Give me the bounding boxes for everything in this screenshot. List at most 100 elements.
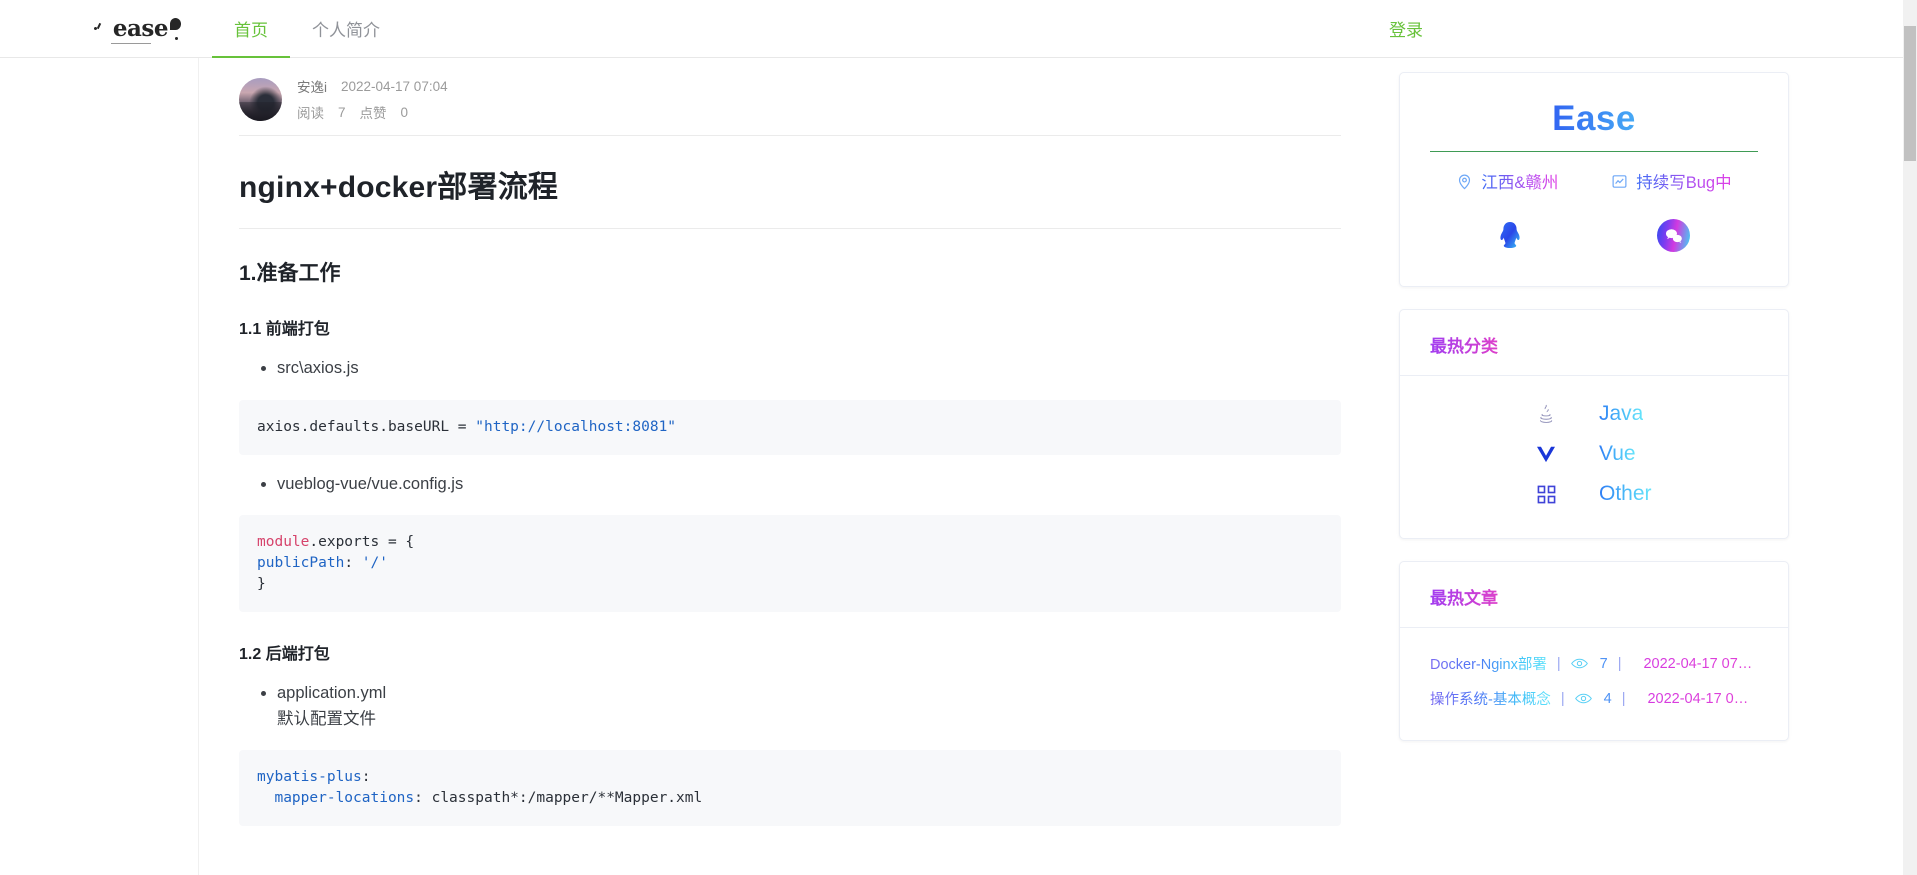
article-meta: 安逸i 2022-04-17 07:04 阅读 7 点赞 0 xyxy=(239,58,1341,136)
hot-article-date: 2022-04-17 0… xyxy=(1647,690,1749,707)
code-token-plain: axios.defaults.baseURL = xyxy=(257,418,476,435)
hot-article-separator: | xyxy=(1556,655,1561,672)
meta-row-author: 安逸i 2022-04-17 07:04 xyxy=(297,76,448,96)
nav-tab-home[interactable]: 首页 xyxy=(212,0,290,58)
code-token-string: "http://localhost:8081" xyxy=(475,418,677,435)
top-navbar: ease 首页 个人简介 登录 xyxy=(0,0,1903,58)
category-item-other[interactable]: Other xyxy=(1430,474,1758,514)
list-item-label: vueblog-vue/vue.config.js xyxy=(277,474,464,493)
hot-article-title: Docker-Nginx部署 xyxy=(1430,653,1547,674)
site-logo[interactable]: ease xyxy=(93,15,181,44)
hot-articles-body: Docker-Nginx部署 | 7 | 2022-04-17 07… 操作系统… xyxy=(1400,628,1788,740)
code-token-property: publicPath xyxy=(257,555,345,572)
profile-status: 持续写Bug中 xyxy=(1611,169,1732,193)
code-token-property: mybatis-plus xyxy=(257,769,362,786)
grid-icon xyxy=(1535,483,1557,505)
logo-tail-dot xyxy=(175,37,178,40)
eye-icon xyxy=(1570,657,1588,670)
section-heading-1-2: 1.2 后端打包 xyxy=(239,646,330,664)
nav-tab-profile[interactable]: 个人简介 xyxy=(290,0,402,57)
category-label: Other xyxy=(1599,482,1652,505)
list-item-label: application.yml xyxy=(277,684,387,703)
sidebar-column: Ease 江西&赣州 持续写Bug中 最热分类 Java Vue Other 最… xyxy=(1399,58,1849,875)
category-label: Vue xyxy=(1599,442,1636,465)
chart-icon xyxy=(1611,173,1628,190)
hot-articles-title: 最热文章 xyxy=(1430,584,1758,609)
scrollbar-thumb[interactable] xyxy=(1904,26,1916,161)
list-item: src\axios.js xyxy=(277,356,1341,382)
section-heading-1-1: 1.1 前端打包 xyxy=(239,321,330,338)
profile-name: Ease xyxy=(1430,99,1758,139)
nav-tab-profile-label: 个人简介 xyxy=(312,21,380,40)
hot-articles-header: 最热文章 xyxy=(1400,562,1788,628)
hot-article-separator: | xyxy=(1560,690,1565,707)
article-column: 安逸i 2022-04-17 07:04 阅读 7 点赞 0 nginx+doc… xyxy=(199,58,1381,875)
hot-categories-title: 最热分类 xyxy=(1430,332,1758,357)
qq-icon[interactable] xyxy=(1498,221,1522,251)
article-title: nginx+docker部署流程 xyxy=(239,162,1341,229)
publish-time: 2022-04-17 07:04 xyxy=(341,78,448,94)
code-block-axios: axios.defaults.baseURL = "http://localho… xyxy=(239,399,1341,455)
nav-tabs: 首页 个人简介 xyxy=(212,0,402,58)
profile-info-row: 江西&赣州 持续写Bug中 xyxy=(1430,169,1758,193)
category-item-vue[interactable]: Vue xyxy=(1430,434,1758,474)
author-avatar[interactable] xyxy=(239,77,282,121)
hot-article-title: 操作系统-基本概念 xyxy=(1430,688,1551,709)
profile-card: Ease 江西&赣州 持续写Bug中 xyxy=(1399,72,1789,287)
code-token-plain: : xyxy=(344,555,362,572)
logo-tail-icon xyxy=(170,18,181,30)
list-item[interactable]: 操作系统-基本概念 | 4 | 2022-04-17 0… xyxy=(1430,681,1758,716)
author-name: 安逸i xyxy=(297,80,327,95)
page-scrollbar[interactable] xyxy=(1903,0,1917,875)
hot-articles-card: 最热文章 Docker-Nginx部署 | 7 | 2022-04-17 07…… xyxy=(1399,561,1789,741)
hot-article-separator: | xyxy=(1617,655,1622,672)
list-item: application.yml 默认配置文件 xyxy=(277,681,1341,732)
brand-area[interactable]: ease xyxy=(0,0,212,57)
profile-location-label: 江西&赣州 xyxy=(1481,169,1558,193)
category-item-java[interactable]: Java xyxy=(1430,394,1758,434)
read-count: 7 xyxy=(338,104,346,120)
bullet-list-vueconfig: vueblog-vue/vue.config.js xyxy=(239,472,1341,498)
wechat-icon[interactable] xyxy=(1657,219,1691,252)
profile-socials xyxy=(1430,219,1758,252)
hot-categories-card: 最热分类 Java Vue Other xyxy=(1399,309,1789,539)
code-block-vueconfig: module.exports = { publicPath: '/' } xyxy=(239,515,1341,613)
nav-right-area: 登录 xyxy=(1389,0,1903,57)
java-icon xyxy=(1535,403,1557,425)
hot-article-separator: | xyxy=(1621,690,1626,707)
read-label: 阅读 xyxy=(297,106,324,121)
code-token-plain: .exports = { xyxy=(309,534,415,551)
logo-dot-b xyxy=(96,22,102,30)
code-token-keyword: module xyxy=(257,534,310,551)
eye-icon xyxy=(1574,692,1592,705)
code-token-string: '/' xyxy=(361,555,388,572)
logo-underline xyxy=(110,43,151,44)
like-label: 点赞 xyxy=(359,106,387,121)
code-token-plain: : classpath*:/mapper/**Mapper.xml xyxy=(414,790,703,807)
profile-status-label: 持续写Bug中 xyxy=(1636,169,1731,193)
site-logo-text: ease xyxy=(112,15,169,42)
list-item-sublabel: 默认配置文件 xyxy=(277,709,376,728)
list-item[interactable]: Docker-Nginx部署 | 7 | 2022-04-17 07… xyxy=(1430,646,1758,681)
location-pin-icon xyxy=(1456,173,1473,190)
hot-categories-header: 最热分类 xyxy=(1400,310,1788,376)
list-item-label: src\axios.js xyxy=(277,359,359,377)
login-link[interactable]: 登录 xyxy=(1389,16,1423,41)
hot-categories-body: Java Vue Other xyxy=(1400,376,1788,538)
meta-row-stats: 阅读 7 点赞 0 xyxy=(297,102,448,122)
bullet-list-frontend: src\axios.js xyxy=(239,356,1341,382)
hot-article-views: 4 xyxy=(1603,690,1612,707)
code-token-plain: } xyxy=(257,576,266,593)
nav-tab-home-label: 首页 xyxy=(234,21,268,40)
hot-article-date: 2022-04-17 07… xyxy=(1643,655,1753,672)
section-heading-1: 1.准备工作 xyxy=(239,262,341,285)
hot-article-views: 7 xyxy=(1599,655,1608,672)
code-token-plain: : xyxy=(361,769,371,786)
profile-divider xyxy=(1430,151,1758,152)
vue-icon xyxy=(1535,443,1557,465)
left-gutter xyxy=(54,58,199,875)
meta-lines: 安逸i 2022-04-17 07:04 阅读 7 点赞 0 xyxy=(297,76,448,122)
profile-location: 江西&赣州 xyxy=(1456,169,1558,193)
page-root: ease 首页 个人简介 登录 安逸i 2022-04-17 07:04 阅读 … xyxy=(0,0,1917,875)
